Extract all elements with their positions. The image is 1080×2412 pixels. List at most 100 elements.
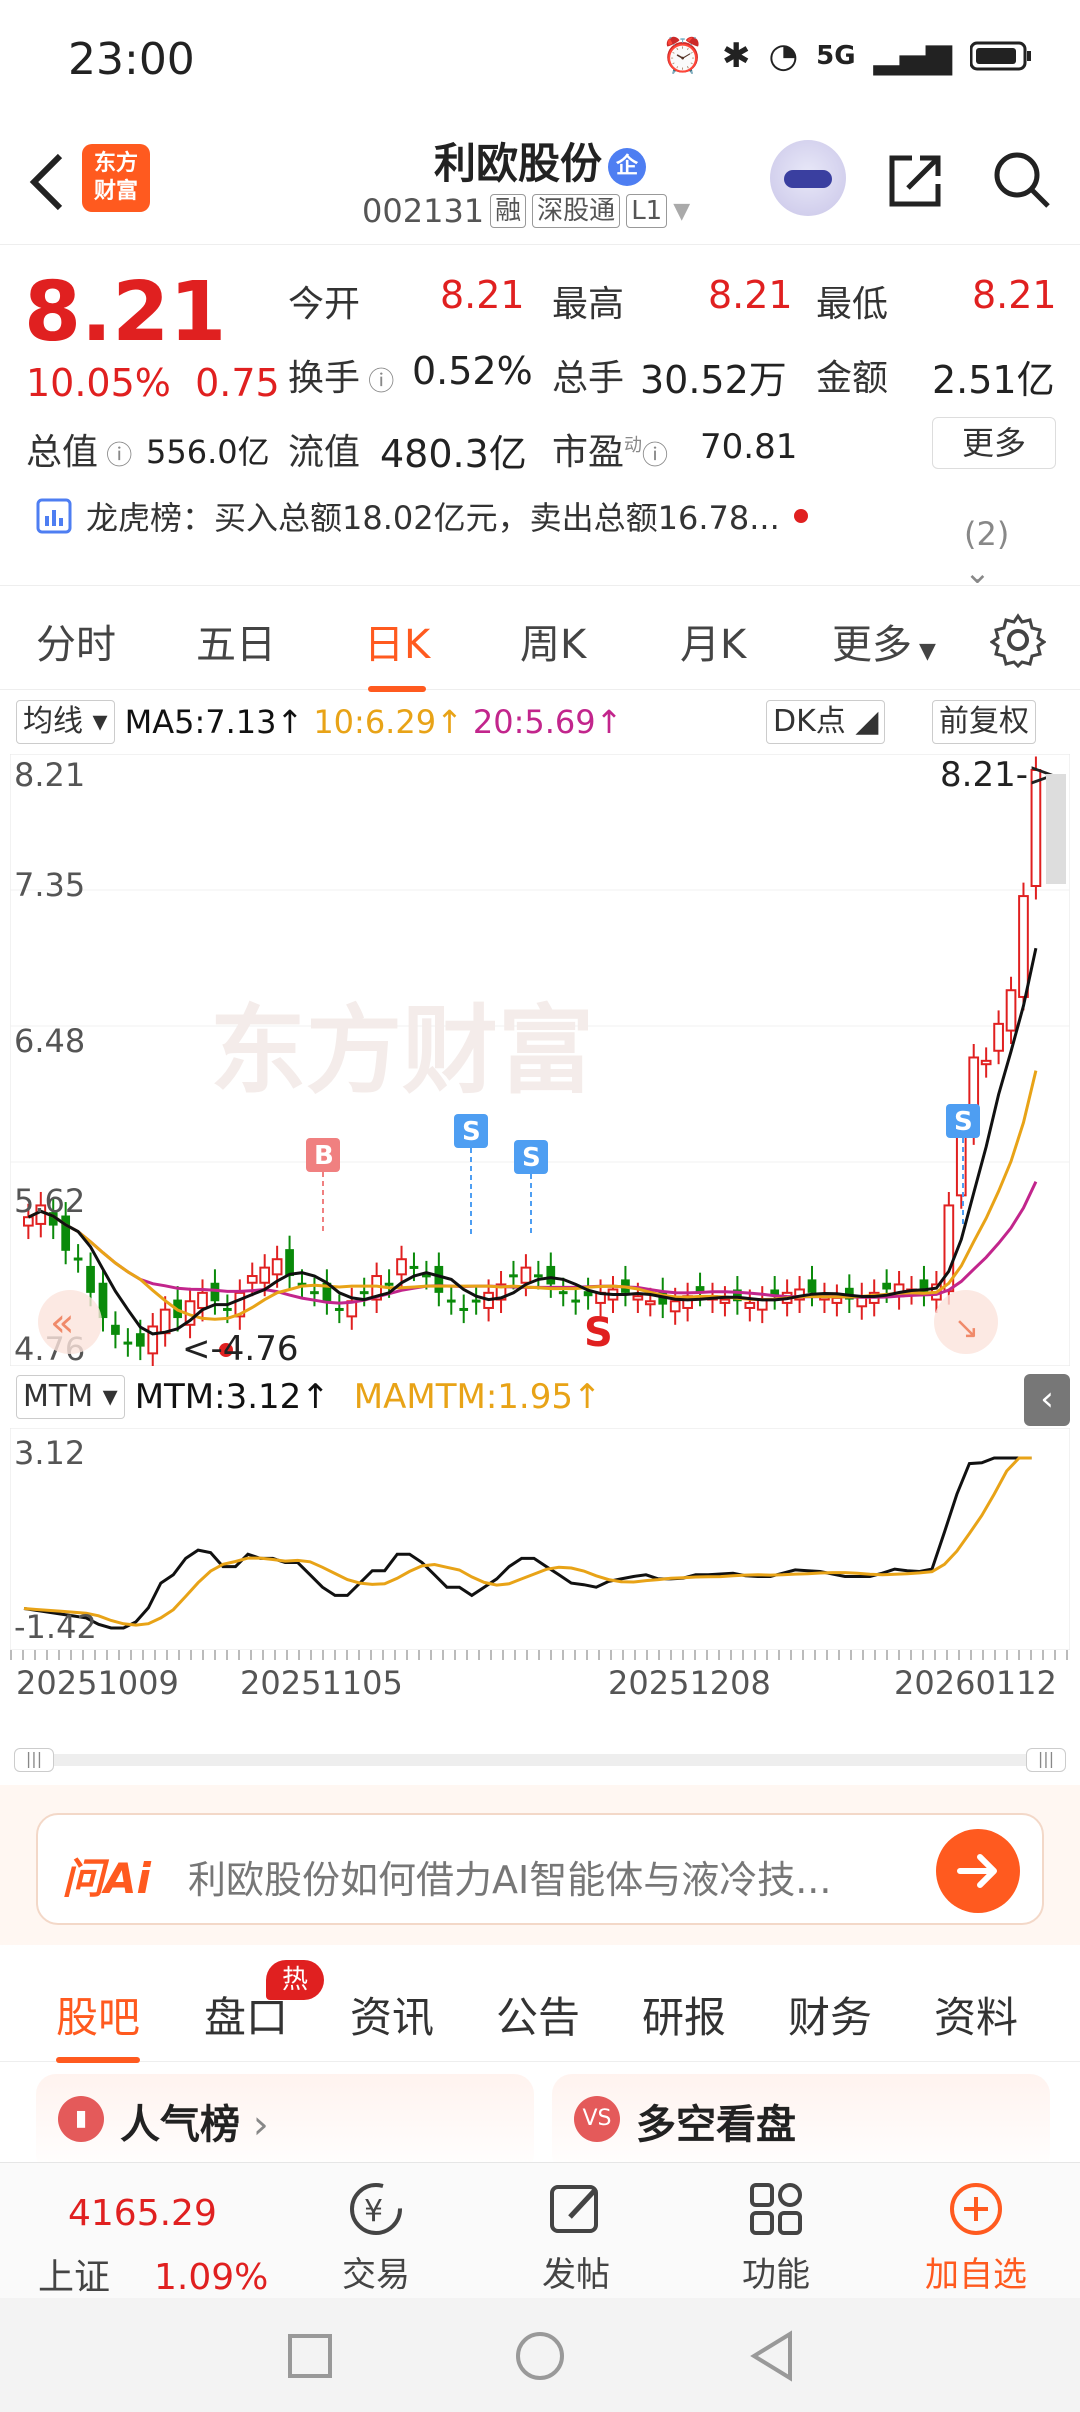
wifi-icon: ◔ bbox=[768, 36, 799, 76]
candle-body bbox=[546, 1265, 556, 1285]
candle-body bbox=[135, 1333, 145, 1347]
candle-body bbox=[446, 1299, 456, 1303]
ai-submit-button[interactable] bbox=[936, 1829, 1020, 1913]
nav-trade[interactable]: ¥ 交易 bbox=[306, 2177, 446, 2296]
ai-question-bar[interactable]: 问Ai 利欧股份如何借力AI智能体与液冷技... bbox=[36, 1813, 1044, 1925]
tab-monthly-k[interactable]: 月K bbox=[680, 612, 746, 670]
tag-level: L1 bbox=[626, 194, 668, 228]
tab-intraday[interactable]: 分时 bbox=[36, 612, 116, 670]
bull-bear-card[interactable]: VS 多空看盘 bbox=[552, 2074, 1050, 2174]
candle-body bbox=[1018, 895, 1029, 998]
candle-body bbox=[384, 1282, 394, 1286]
tab-research[interactable]: 研报 bbox=[642, 1984, 726, 2045]
candle-body bbox=[571, 1299, 581, 1303]
tab-financials[interactable]: 财务 bbox=[788, 1984, 872, 2045]
adjust-button[interactable]: 前复权 bbox=[932, 700, 1036, 744]
bluetooth-icon: ✱ bbox=[721, 36, 751, 76]
svg-text:S: S bbox=[522, 1143, 541, 1173]
low-label: 最低 bbox=[816, 284, 889, 325]
share-icon[interactable] bbox=[884, 148, 948, 212]
candle-body bbox=[259, 1266, 271, 1284]
content-tabs: 股吧 盘口 热 资讯 公告 研报 财务 资料 bbox=[0, 1958, 1080, 2063]
index-ticker[interactable]: 4165.29 上证 1.09% bbox=[38, 2193, 268, 2300]
home-icon[interactable] bbox=[514, 2330, 566, 2382]
date-axis: 20251009 20251105 20251208 20260112 bbox=[0, 1650, 1080, 1720]
candle-body bbox=[359, 1291, 369, 1295]
dropdown-icon[interactable]: ▼ bbox=[673, 199, 690, 224]
svg-text:¥: ¥ bbox=[364, 2194, 383, 2229]
candle-body bbox=[310, 1291, 319, 1295]
candle-body bbox=[459, 1307, 469, 1311]
candle-body bbox=[285, 1249, 294, 1277]
gear-icon[interactable] bbox=[990, 612, 1046, 668]
back-nav-icon[interactable] bbox=[746, 2330, 798, 2382]
kline-chart[interactable]: 东方财富 8.21 7.35 6.48 5.62 4.76 8.21-> <-4… bbox=[10, 754, 1070, 1366]
candle-body bbox=[534, 1274, 543, 1278]
range-handle-right[interactable]: ||| bbox=[1026, 1748, 1066, 1772]
ma-selector[interactable]: 均线 ▾ bbox=[16, 700, 115, 744]
battery-icon bbox=[970, 41, 1031, 71]
tab-news[interactable]: 资讯 bbox=[350, 1984, 434, 2045]
chart-icon: ▮ bbox=[58, 2096, 104, 2142]
open-value: 8.21 bbox=[440, 273, 525, 317]
popularity-title: 人气榜 › bbox=[120, 2102, 269, 2148]
more-button[interactable]: 更多 bbox=[932, 417, 1056, 469]
ai-robot-icon[interactable] bbox=[770, 140, 846, 216]
search-icon[interactable] bbox=[990, 148, 1054, 212]
nav-add-watchlist[interactable]: 加自选 bbox=[906, 2177, 1046, 2296]
chart-scroll-thumb[interactable] bbox=[1046, 774, 1066, 884]
index-name: 上证 bbox=[38, 2257, 111, 2298]
candle-body bbox=[409, 1265, 419, 1269]
last-price: 8.21 bbox=[24, 265, 227, 360]
candle-body bbox=[669, 1300, 681, 1313]
alarm-icon: ⏰ bbox=[661, 36, 704, 76]
float-value: 480.3亿 bbox=[380, 432, 527, 476]
mktcap-label: 总值 ⓘ bbox=[26, 432, 133, 473]
range-handle-left[interactable]: ||| bbox=[14, 1748, 54, 1772]
arrow-right-icon bbox=[957, 1854, 997, 1888]
tab-five-day[interactable]: 五日 bbox=[196, 612, 276, 670]
feature-cards: ▮ 人气榜 › VS 多空看盘 bbox=[0, 2062, 1080, 2174]
nav-post[interactable]: 发帖 bbox=[506, 2177, 646, 2296]
candle-body bbox=[73, 1257, 83, 1261]
candle-body bbox=[807, 1279, 817, 1293]
dk-point-button[interactable]: DK点 ◢ bbox=[766, 700, 886, 744]
nav-functions[interactable]: 功能 bbox=[706, 2177, 846, 2296]
dragon-tiger-count[interactable]: (2) ⌄ bbox=[964, 515, 1036, 591]
svg-text:B: B bbox=[314, 1141, 334, 1171]
date-label: 20260112 bbox=[894, 1664, 1057, 1702]
stock-header: 东方财富 利欧股份企 002131 融 深股通 L1 ▼ bbox=[0, 120, 1080, 245]
dragon-tiger-row[interactable]: 龙虎榜：买入总额18.02亿元，卖出总额16.78... (2) ⌄ bbox=[36, 493, 1036, 591]
s-mark: S bbox=[584, 1310, 613, 1356]
mtm-chart[interactable]: 3.12 -1.42 bbox=[10, 1428, 1070, 1650]
candle-body bbox=[61, 1215, 71, 1251]
watermark: 东方财富 bbox=[210, 995, 594, 1107]
yuan-exchange-icon: ¥ bbox=[350, 2183, 402, 2235]
tab-weekly-k[interactable]: 周K bbox=[520, 612, 586, 670]
recents-icon[interactable] bbox=[286, 2332, 334, 2380]
candle-body bbox=[197, 1291, 208, 1309]
pe-label: 市盈动ⓘ bbox=[552, 432, 669, 473]
open-label: 今开 bbox=[288, 284, 361, 325]
candle-body bbox=[744, 1301, 756, 1309]
amount-label: 金额 bbox=[816, 358, 889, 399]
ma20-value: 20:5.69↑ bbox=[472, 703, 623, 741]
tag-connect: 深股通 bbox=[532, 194, 621, 228]
range-scroller[interactable]: ||| ||| bbox=[14, 1748, 1066, 1772]
candle-body bbox=[719, 1298, 731, 1304]
mtm-selector[interactable]: MTM ▾ bbox=[16, 1375, 125, 1419]
date-label: 20251208 bbox=[608, 1664, 771, 1702]
candle-body bbox=[993, 1022, 1004, 1052]
enterprise-badge: 企 bbox=[608, 147, 646, 186]
tab-daily-k[interactable]: 日K bbox=[364, 612, 430, 692]
index-change: 1.09% bbox=[154, 2257, 269, 2298]
tab-more[interactable]: 更多 ▼ bbox=[832, 612, 936, 670]
candle-body bbox=[471, 1299, 481, 1303]
change-row: 10.05% 0.75 bbox=[26, 361, 280, 405]
popularity-card[interactable]: ▮ 人气榜 › bbox=[36, 2074, 534, 2174]
tab-profile[interactable]: 资料 bbox=[934, 1984, 1018, 2045]
tab-guba[interactable]: 股吧 bbox=[56, 1984, 141, 2063]
tab-announcements[interactable]: 公告 bbox=[496, 1984, 580, 2045]
unread-dot bbox=[793, 509, 808, 523]
collapse-panel-button[interactable]: ‹ bbox=[1024, 1374, 1070, 1426]
